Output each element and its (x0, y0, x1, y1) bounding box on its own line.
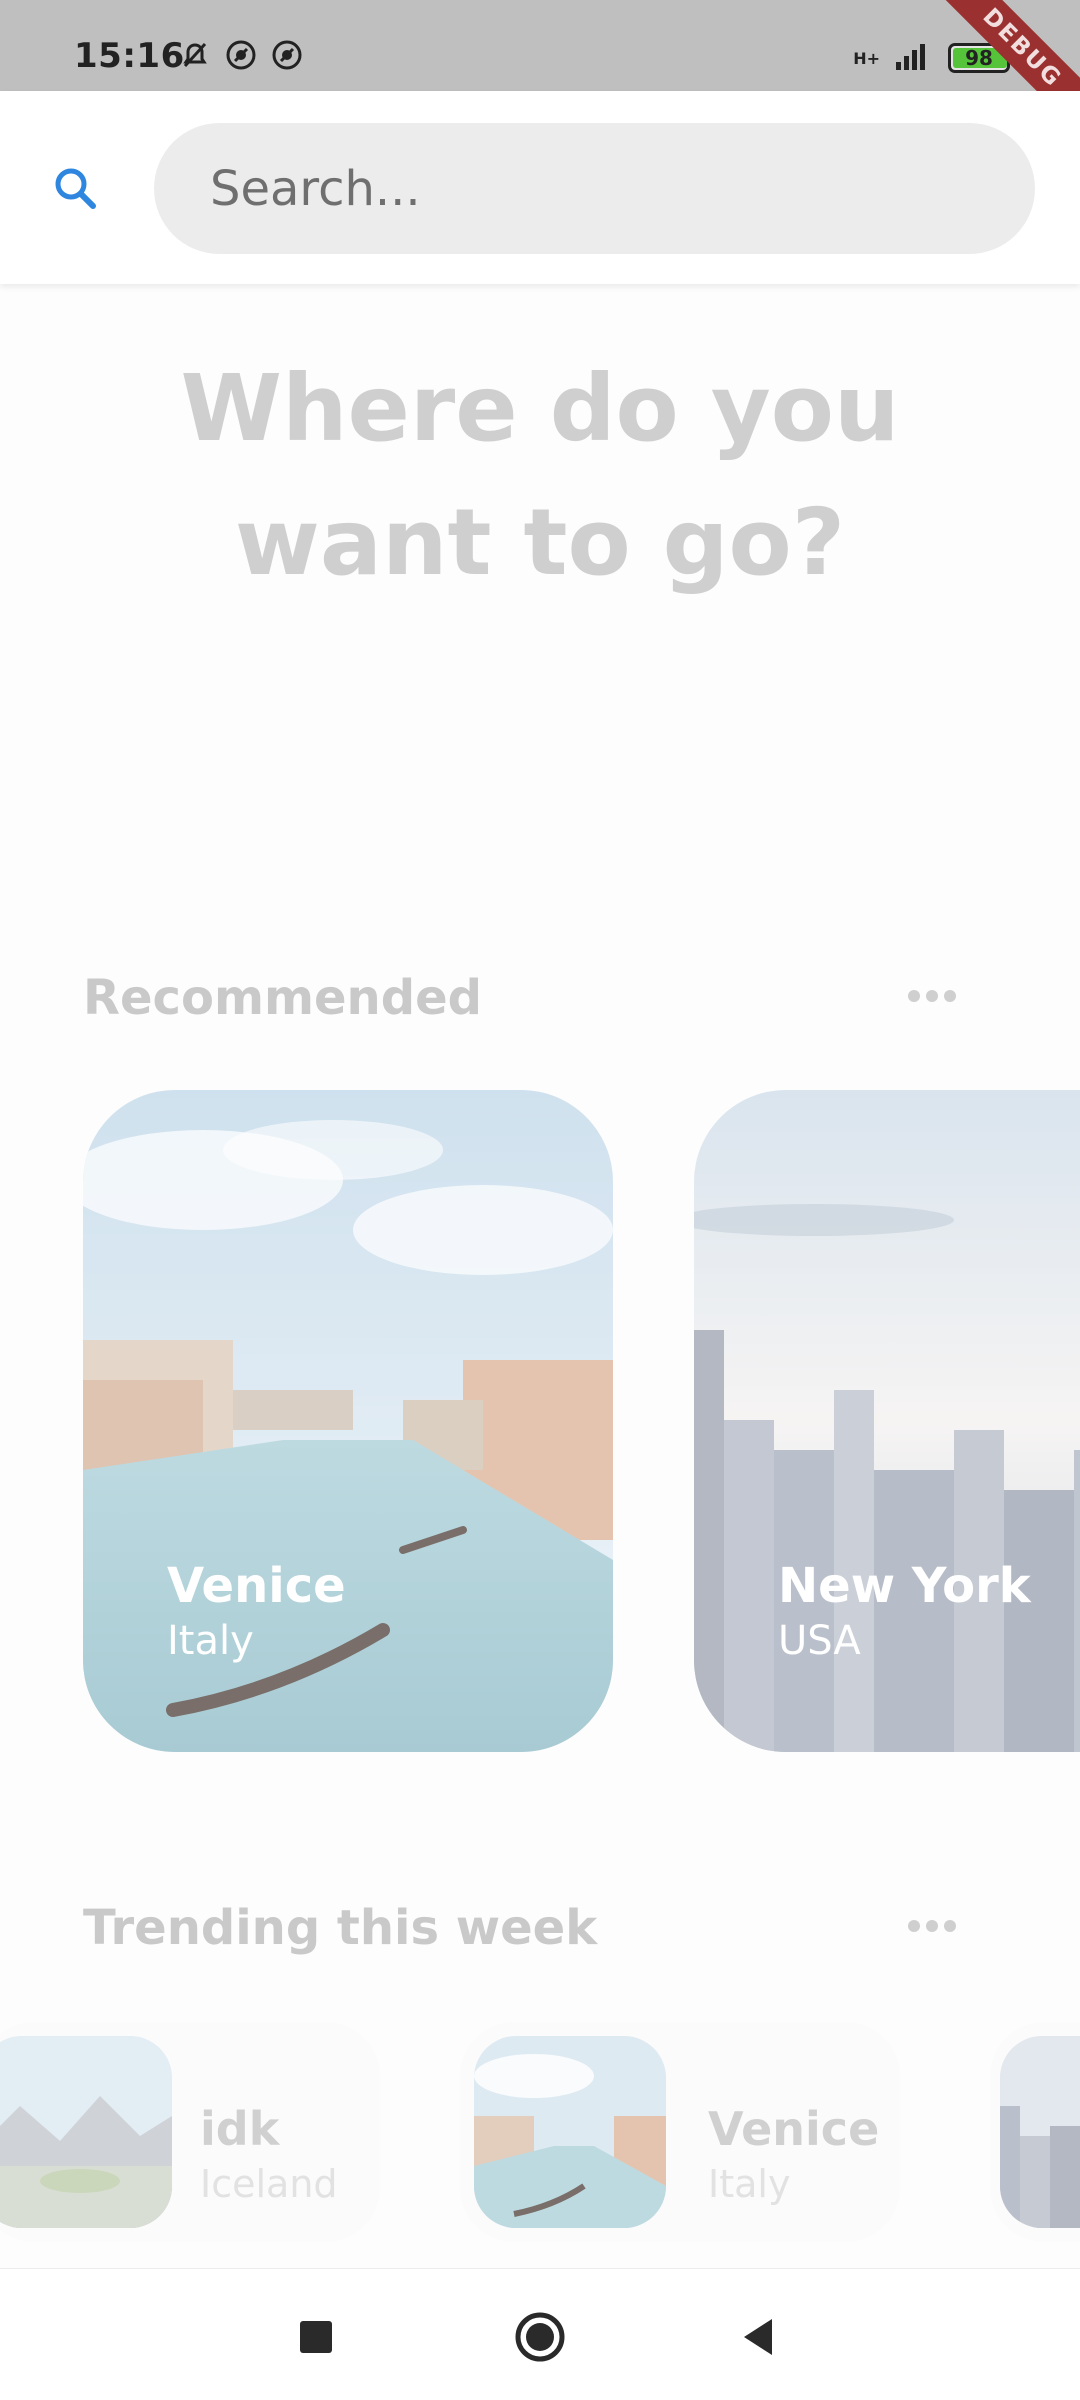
app-notification-icon (270, 38, 304, 72)
trending-name: Venice (708, 2102, 880, 2156)
signal-icon (894, 40, 934, 76)
circle-icon[interactable] (514, 2311, 566, 2363)
status-bar: 15:16 H+ 98 DEBUG (0, 0, 1080, 147)
new-york-thumbnail (1000, 2036, 1080, 2228)
trending-item-iceland[interactable]: idk Iceland (0, 2022, 380, 2242)
destination-card-venice[interactable]: Venice Italy (83, 1090, 613, 1752)
system-status: H+ 98 (853, 40, 1010, 76)
venice-thumbnail (474, 2036, 666, 2228)
trending-item-new-york[interactable] (990, 2022, 1080, 2242)
trending-title: Trending this week (83, 1900, 598, 1956)
triangle-back-icon[interactable] (736, 2311, 788, 2363)
app-screen: 15:16 H+ 98 DEBUG Search... Where do you… (0, 0, 1080, 2400)
trending-country: Italy (708, 2162, 791, 2206)
search-input[interactable] (154, 123, 1035, 254)
search-bar[interactable] (154, 123, 1035, 254)
page-headline: Where do you want to go? (0, 342, 1080, 610)
iceland-thumbnail (0, 2036, 172, 2228)
network-type: H+ (853, 48, 880, 68)
recommended-title: Recommended (83, 970, 482, 1026)
destination-name: Venice (167, 1558, 346, 1614)
system-nav-bar (0, 2268, 1080, 2400)
destination-name: New York (778, 1558, 1031, 1614)
app-notification-icon (224, 38, 258, 72)
mute-bell-icon (178, 38, 212, 72)
destination-card-new-york[interactable]: New York USA (694, 1090, 1080, 1752)
more-horizontal-icon[interactable] (908, 1920, 956, 1934)
battery-level: 98 (965, 46, 993, 70)
trending-country: Iceland (200, 2162, 338, 2206)
search-icon[interactable] (48, 161, 102, 215)
trending-item-venice[interactable]: Venice Italy (460, 2022, 900, 2242)
headline-line-1: Where do you (180, 355, 900, 462)
destination-country: Italy (167, 1618, 254, 1664)
headline-line-2: want to go? (234, 489, 846, 596)
square-icon[interactable] (290, 2311, 342, 2363)
notification-icons (178, 38, 304, 72)
status-time: 15:16 (74, 36, 185, 76)
destination-country: USA (778, 1618, 861, 1664)
more-horizontal-icon[interactable] (908, 990, 956, 1004)
search-header (0, 91, 1080, 284)
trending-name: idk (200, 2102, 280, 2156)
